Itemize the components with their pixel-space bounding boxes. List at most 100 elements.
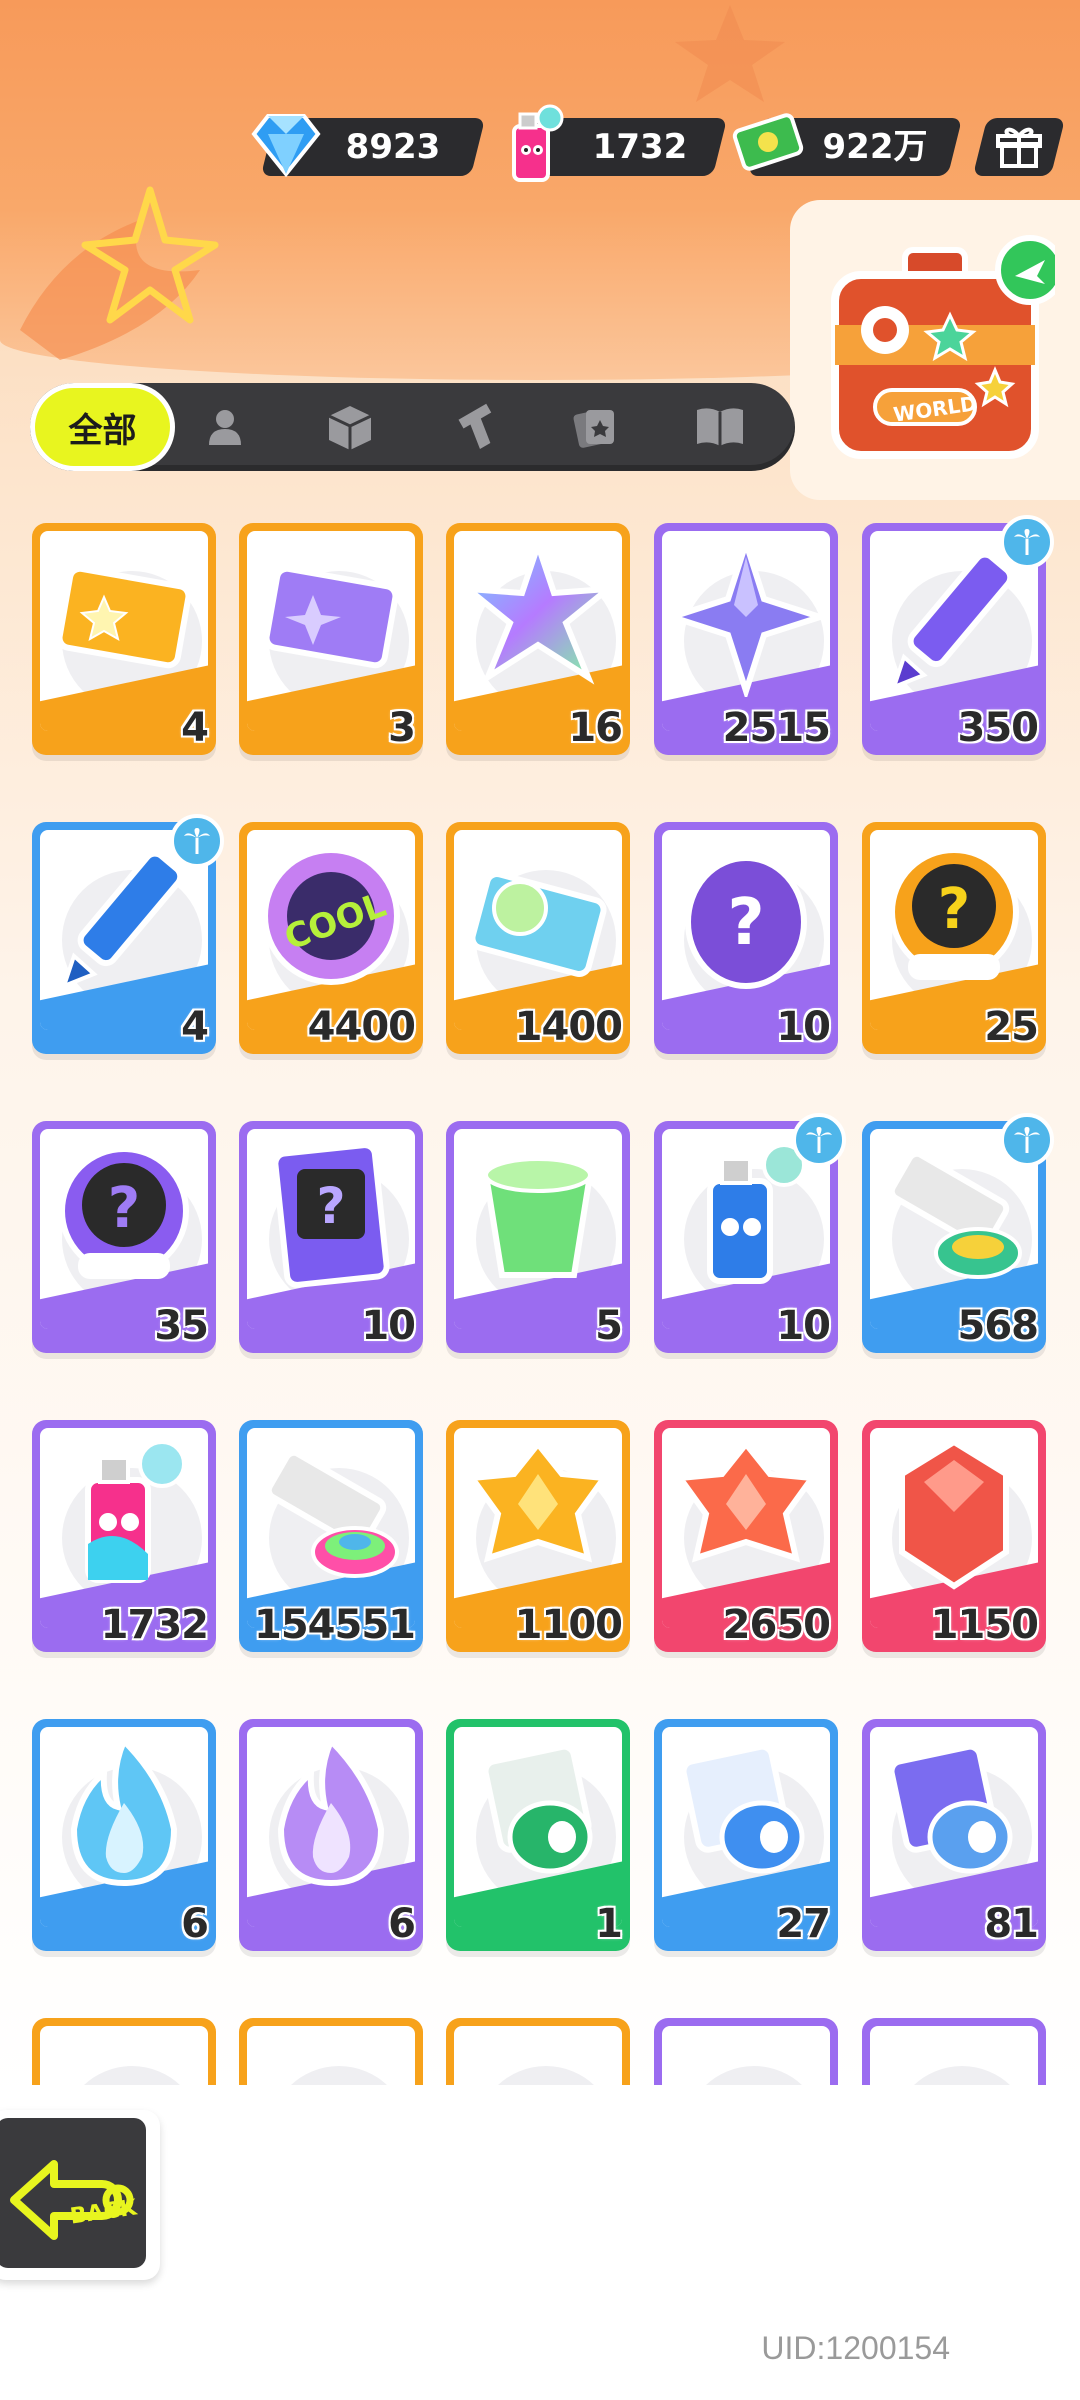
- item-quantity: 1: [594, 1900, 624, 1948]
- item-grid: 4 3 16 2515 350 4 COOL 4400 1400? 10? 25? 35? 10 5 10 5…: [0, 515, 1080, 2085]
- world-badge[interactable]: WORLD: [790, 200, 1080, 500]
- item-quantity: 1100: [514, 1601, 624, 1649]
- green-tape-icon: [482, 1743, 593, 1874]
- tab-cards[interactable]: [545, 383, 645, 471]
- svg-text:?: ?: [938, 877, 970, 942]
- pink-spray-icon: [85, 1440, 186, 1583]
- gun-icon: [458, 403, 492, 449]
- tab-all[interactable]: 全部: [30, 383, 175, 471]
- deity-mystery-badge-icon: ?: [889, 847, 1019, 980]
- tab-characters[interactable]: [180, 383, 270, 471]
- blue-flame-icon: [70, 1735, 178, 1887]
- item-card[interactable]: 3: [239, 523, 423, 755]
- svg-text:?: ?: [316, 1177, 345, 1235]
- item-quantity: 16: [567, 704, 624, 752]
- svg-text:?: ?: [727, 886, 764, 960]
- item-quantity: 10: [775, 1003, 832, 1051]
- card-icon: [573, 410, 614, 448]
- item-quantity: 4: [180, 704, 210, 752]
- mystery-egg-icon: ?: [685, 855, 807, 989]
- item-quantity: 1150: [930, 1601, 1040, 1649]
- item-quantity: 6: [180, 1900, 210, 1948]
- item-quantity: 35: [153, 1302, 210, 1350]
- item-quantity: 81: [983, 1900, 1040, 1948]
- item-quantity: 10: [360, 1302, 417, 1350]
- box-icon: [328, 406, 372, 450]
- item-card[interactable]: 1150: [862, 1420, 1046, 1652]
- suitcase-icon: [831, 235, 1055, 459]
- item-card[interactable]: 1732: [32, 1420, 216, 1652]
- item-card[interactable]: 4: [32, 814, 224, 1054]
- tab-boxes[interactable]: [300, 383, 400, 471]
- item-quantity: 4400: [307, 1003, 417, 1051]
- partial-item-icon: [44, 2032, 204, 2085]
- item-card[interactable]: 5: [446, 1121, 630, 1353]
- item-quantity: 568: [957, 1302, 1040, 1350]
- item-card[interactable]: 568: [862, 1113, 1054, 1353]
- item-card[interactable]: 6: [32, 1719, 216, 1951]
- svg-text:?: ?: [108, 1176, 140, 1241]
- item-quantity: 4: [180, 1003, 210, 1051]
- item-card[interactable]: [862, 2018, 1046, 2085]
- item-quantity: 1400: [514, 1003, 624, 1051]
- green-cup-icon: [482, 1157, 594, 1278]
- item-card[interactable]: 16: [446, 523, 630, 755]
- item-card[interactable]: ? 25: [862, 822, 1046, 1054]
- item-card[interactable]: 2515: [654, 523, 838, 755]
- item-card[interactable]: [32, 2018, 216, 2085]
- item-card[interactable]: [654, 2018, 838, 2085]
- partial-item-icon: [666, 2032, 826, 2085]
- item-quantity: 27: [775, 1900, 832, 1948]
- purple-star-icon: [666, 537, 826, 697]
- uid-label: UID:1200154: [761, 2330, 950, 2366]
- item-quantity: 1732: [100, 1601, 210, 1649]
- star-decoration: [675, 5, 785, 102]
- item-card[interactable]: ? 10: [239, 1121, 423, 1353]
- item-quantity: 3: [387, 704, 417, 752]
- item-card[interactable]: 2650: [654, 1420, 838, 1652]
- item-card[interactable]: COOL 4400: [239, 822, 423, 1054]
- yellow-gem-icon: [466, 1439, 610, 1563]
- red-crystal-icon: [899, 1438, 1009, 1590]
- person-icon: [209, 410, 241, 445]
- orange-gem-icon: [674, 1439, 818, 1563]
- palm-badge-icon: [170, 814, 224, 868]
- gold-ticket-icon: [56, 565, 192, 669]
- item-quantity: 10: [775, 1302, 832, 1350]
- blue-tape-icon: [680, 1743, 805, 1874]
- item-card[interactable]: [239, 2018, 423, 2085]
- spray-value: 1732: [592, 127, 688, 167]
- item-quantity: 2650: [722, 1601, 832, 1649]
- diamond-value: 8923: [345, 127, 441, 167]
- item-card[interactable]: 154551: [239, 1420, 423, 1652]
- palm-badge-icon: [1000, 515, 1054, 569]
- item-card[interactable]: 4: [32, 523, 216, 755]
- item-card[interactable]: 1100: [446, 1420, 630, 1652]
- item-card[interactable]: ? 10: [654, 822, 838, 1054]
- item-quantity: 6: [387, 1900, 417, 1948]
- item-card[interactable]: 27: [654, 1719, 838, 1951]
- gift-icon: [996, 127, 1042, 168]
- item-card[interactable]: 6: [239, 1719, 423, 1951]
- item-card[interactable]: 10: [654, 1113, 846, 1353]
- purple-flame-icon: [277, 1735, 385, 1887]
- item-card[interactable]: ? 35: [32, 1121, 216, 1353]
- item-card[interactable]: 350: [862, 515, 1054, 755]
- tab-books[interactable]: [670, 383, 770, 471]
- item-card[interactable]: 1400: [446, 822, 630, 1054]
- item-quantity: 5: [594, 1302, 624, 1350]
- book-icon: [697, 408, 743, 446]
- item-quantity: 25: [983, 1003, 1040, 1051]
- rainbow-star-icon: [458, 537, 618, 685]
- item-quantity: 154551: [253, 1601, 417, 1649]
- purple-ticket-icon: [263, 565, 399, 669]
- cool-sticker-icon: COOL: [262, 847, 400, 985]
- travel-card-icon: ?: [272, 1142, 390, 1288]
- item-quantity: 2515: [722, 704, 832, 752]
- rainbow-paint-tube-icon: [265, 1449, 399, 1578]
- item-card[interactable]: 1: [446, 1719, 630, 1951]
- item-card[interactable]: [446, 2018, 630, 2085]
- item-card[interactable]: 81: [862, 1719, 1046, 1951]
- partial-item-icon: [251, 2032, 411, 2085]
- tab-weapons[interactable]: [430, 383, 530, 471]
